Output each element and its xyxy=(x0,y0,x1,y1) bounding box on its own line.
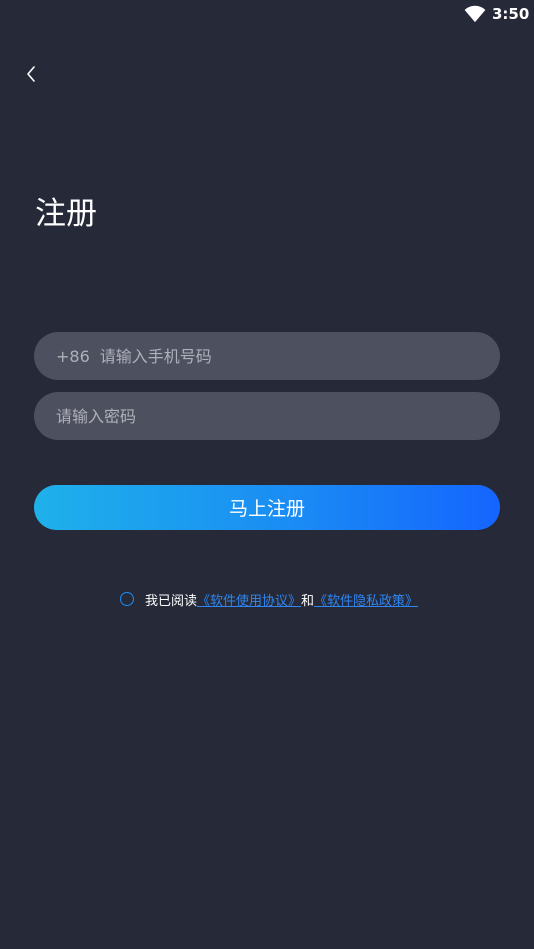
back-button[interactable] xyxy=(22,63,40,85)
status-time: 3:50 xyxy=(492,5,530,23)
password-field[interactable] xyxy=(34,392,500,440)
password-input[interactable] xyxy=(56,392,500,440)
register-button[interactable]: 马上注册 xyxy=(34,485,500,530)
agreement-checkbox[interactable] xyxy=(120,592,134,606)
chevron-left-icon xyxy=(27,66,35,82)
terms-link[interactable]: 《软件使用协议》 xyxy=(197,590,301,609)
phone-input[interactable] xyxy=(99,332,500,380)
page-title: 注册 xyxy=(35,196,97,232)
privacy-link[interactable]: 《软件隐私政策》 xyxy=(314,590,418,609)
agreement-prefix-text: 我已阅读 xyxy=(145,593,198,609)
agreement-row: 我已阅读 《软件使用协议》 和 《软件隐私政策》 xyxy=(120,589,418,609)
country-code: +86 xyxy=(56,346,90,366)
wifi-icon xyxy=(464,5,486,23)
agreement-conjunction: 和 xyxy=(301,593,315,609)
status-bar: 3:50 xyxy=(0,0,534,28)
phone-field[interactable]: +86 xyxy=(34,332,500,380)
